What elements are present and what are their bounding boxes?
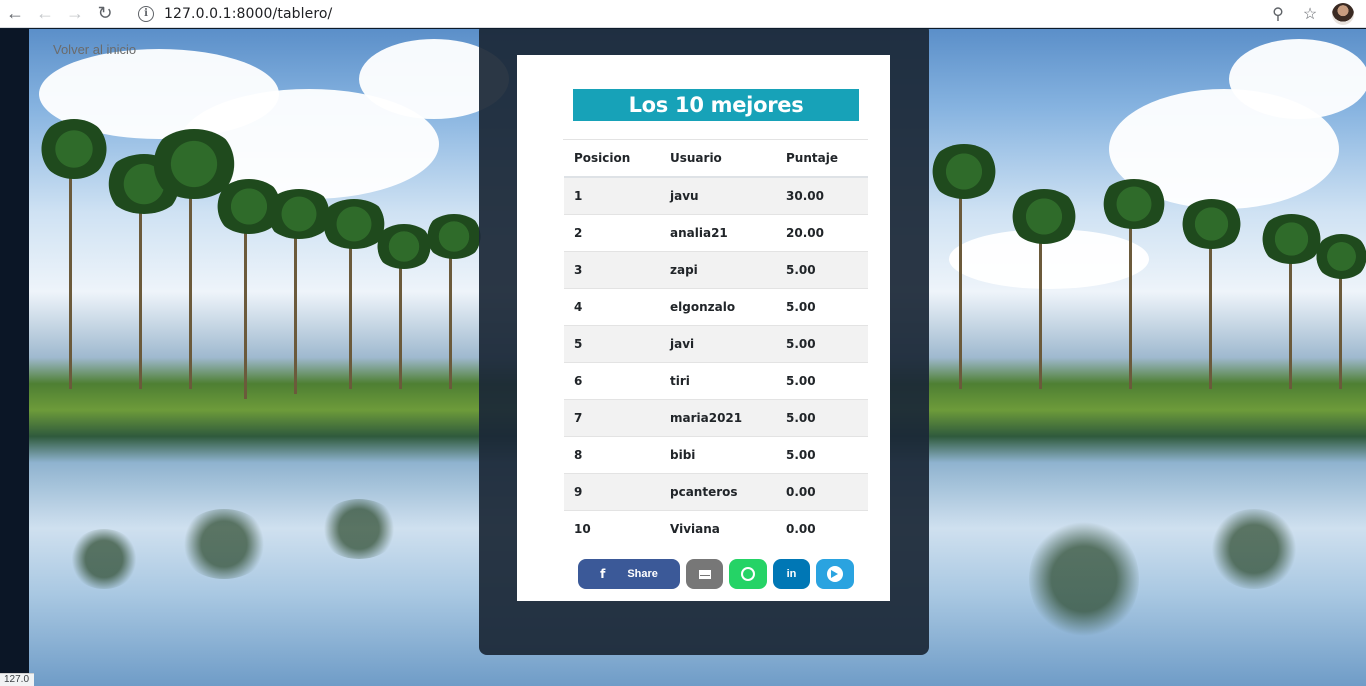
- cell-position: 10: [564, 509, 660, 547]
- whatsapp-icon: [741, 567, 755, 581]
- whatsapp-share-button[interactable]: [729, 559, 767, 589]
- linkedin-share-button[interactable]: in: [773, 559, 810, 589]
- cell-position: 8: [564, 435, 660, 473]
- cell-position: 9: [564, 472, 660, 510]
- page-title: Los 10 mejores jugadores: [573, 89, 859, 149]
- cell-score: 5.00: [776, 361, 868, 399]
- cell-score: 5.00: [776, 398, 868, 436]
- header-position: Posicion: [564, 140, 660, 178]
- cell-score: 0.00: [776, 509, 868, 547]
- address-bar[interactable]: i 127.0.0.1:8000/tablero/: [138, 0, 332, 28]
- table-row: 3 zapi 5.00: [564, 250, 868, 288]
- email-share-button[interactable]: [686, 559, 723, 589]
- table-row: 9 pcanteros 0.00: [564, 472, 868, 510]
- cell-score: 30.00: [776, 176, 868, 214]
- table-row: 1 javu 30.00: [564, 176, 868, 214]
- cell-position: 3: [564, 250, 660, 288]
- table-row: 5 javi 5.00: [564, 324, 868, 362]
- table-row: 2 analia21 20.00: [564, 213, 868, 251]
- cell-user: javi: [660, 324, 776, 362]
- table-row: 10 Viviana 0.00: [564, 509, 868, 547]
- site-info-icon[interactable]: i: [138, 6, 154, 22]
- header-user: Usuario: [660, 140, 776, 178]
- leaderboard-table: Posicion Usuario Puntaje 1 javu 30.00 2 ana…: [564, 140, 868, 547]
- url-text[interactable]: 127.0.0.1:8000/tablero/: [164, 6, 332, 22]
- cell-user: tiri: [660, 361, 776, 399]
- cell-position: 7: [564, 398, 660, 436]
- table-header-row: Posicion Usuario Puntaje: [564, 140, 868, 178]
- cell-user: elgonzalo: [660, 287, 776, 325]
- profile-avatar[interactable]: [1332, 3, 1354, 25]
- cell-position: 1: [564, 176, 660, 214]
- table-row: 8 bibi 5.00: [564, 435, 868, 473]
- email-icon: [698, 569, 711, 579]
- header-score: Puntaje: [776, 140, 868, 178]
- cell-position: 2: [564, 213, 660, 251]
- table-row: 4 elgonzalo 5.00: [564, 287, 868, 325]
- back-arrow-icon[interactable]: ←: [0, 0, 30, 28]
- share-buttons: f Share in: [578, 559, 854, 589]
- left-edge: [0, 29, 29, 686]
- telegram-share-button[interactable]: [816, 559, 854, 589]
- forward-icon[interactable]: →: [60, 0, 90, 28]
- status-bar: 127.0: [0, 673, 34, 686]
- linkedin-icon: in: [786, 568, 797, 580]
- cell-user: bibi: [660, 435, 776, 473]
- cell-user: pcanteros: [660, 472, 776, 510]
- telegram-icon: [827, 566, 843, 582]
- facebook-share-button[interactable]: f Share: [578, 559, 680, 589]
- zoom-icon[interactable]: ⚲: [1262, 0, 1294, 28]
- cell-score: 5.00: [776, 324, 868, 362]
- back-icon[interactable]: ←: [30, 0, 60, 28]
- cell-position: 5: [564, 324, 660, 362]
- cell-score: 5.00: [776, 250, 868, 288]
- cell-score: 5.00: [776, 287, 868, 325]
- table-row: 7 maria2021 5.00: [564, 398, 868, 436]
- facebook-icon: f: [600, 567, 606, 581]
- reload-icon[interactable]: ↻: [90, 0, 120, 28]
- cell-position: 4: [564, 287, 660, 325]
- bookmark-star-icon[interactable]: ☆: [1294, 0, 1326, 28]
- facebook-share-label: Share: [627, 568, 658, 580]
- home-link[interactable]: Volver al inicio: [53, 42, 136, 57]
- page: Volver al inicio Los 10 mejores jugadore…: [0, 29, 1366, 686]
- cell-score: 20.00: [776, 213, 868, 251]
- table-row: 6 tiri 5.00: [564, 361, 868, 399]
- cell-user: analia21: [660, 213, 776, 251]
- cell-position: 6: [564, 361, 660, 399]
- cell-score: 0.00: [776, 472, 868, 510]
- cell-user: zapi: [660, 250, 776, 288]
- cell-user: Viviana: [660, 509, 776, 547]
- cell-score: 5.00: [776, 435, 868, 473]
- cell-user: maria2021: [660, 398, 776, 436]
- cell-user: javu: [660, 176, 776, 214]
- browser-toolbar: ← ← → ↻ i 127.0.0.1:8000/tablero/ ⚲ ☆: [0, 0, 1366, 28]
